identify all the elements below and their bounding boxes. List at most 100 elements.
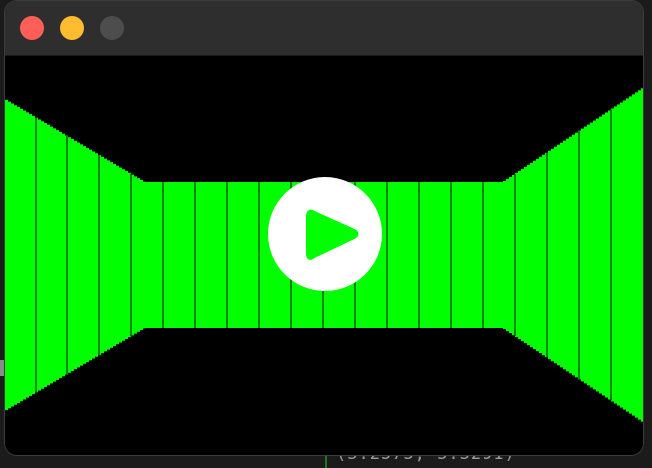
wall-column bbox=[536, 158, 539, 352]
wall-column bbox=[581, 128, 584, 382]
wall-column bbox=[95, 153, 98, 357]
wall-column bbox=[149, 182, 152, 328]
wall-column bbox=[428, 182, 431, 328]
wall-column bbox=[197, 182, 200, 328]
wall-column bbox=[233, 182, 236, 328]
wall-column bbox=[413, 182, 416, 328]
wall-column bbox=[533, 160, 536, 350]
wall-column bbox=[263, 182, 266, 328]
wall-column bbox=[191, 182, 194, 328]
wall-column bbox=[8, 101, 11, 409]
wall-column bbox=[239, 182, 242, 328]
wall-column bbox=[116, 165, 119, 345]
wall-column bbox=[506, 178, 509, 332]
wall-column bbox=[179, 182, 182, 328]
wall-column bbox=[422, 182, 425, 328]
wall-column bbox=[23, 110, 26, 400]
wall-column bbox=[92, 151, 95, 359]
wall-column bbox=[107, 160, 110, 350]
wall-column bbox=[260, 182, 263, 328]
wall-column bbox=[635, 92, 638, 418]
wall-column bbox=[584, 126, 587, 384]
wall-column bbox=[215, 182, 218, 328]
wall-column bbox=[230, 182, 233, 328]
wall-column bbox=[209, 182, 212, 328]
wall-column bbox=[71, 139, 74, 371]
wall-column bbox=[38, 119, 41, 391]
wall-column bbox=[623, 100, 626, 410]
wall-column bbox=[497, 182, 500, 328]
wall-column bbox=[527, 164, 530, 346]
game-viewport[interactable] bbox=[5, 56, 643, 455]
wall-column bbox=[557, 144, 560, 366]
background-window-edge bbox=[0, 360, 4, 376]
wall-column bbox=[125, 171, 128, 339]
wall-column bbox=[617, 104, 620, 406]
game-window bbox=[5, 1, 643, 455]
wall-column bbox=[392, 182, 395, 328]
wall-column bbox=[641, 88, 643, 422]
wall-column bbox=[74, 140, 77, 370]
wall-column bbox=[80, 144, 83, 366]
wall-column bbox=[68, 137, 71, 373]
wall-column bbox=[467, 182, 470, 328]
wall-column bbox=[137, 178, 140, 332]
wall-column bbox=[443, 182, 446, 328]
wall-column bbox=[494, 182, 497, 328]
wall-column bbox=[155, 182, 158, 328]
wall-column bbox=[158, 182, 161, 328]
wall-column bbox=[620, 102, 623, 408]
wall-column bbox=[248, 182, 251, 328]
wall-column bbox=[59, 131, 62, 379]
minimize-window-button[interactable] bbox=[60, 16, 84, 40]
wall-column bbox=[431, 182, 434, 328]
zoom-window-button[interactable] bbox=[100, 16, 124, 40]
wall-column bbox=[11, 103, 14, 407]
wall-column bbox=[461, 182, 464, 328]
wall-column bbox=[401, 182, 404, 328]
wall-column bbox=[200, 182, 203, 328]
wall-column bbox=[176, 182, 179, 328]
title-bar[interactable] bbox=[5, 1, 643, 56]
wall-column bbox=[629, 96, 632, 414]
wall-column bbox=[56, 130, 59, 380]
wall-column bbox=[524, 166, 527, 344]
wall-column bbox=[221, 182, 224, 328]
wall-column bbox=[563, 140, 566, 370]
wall-column bbox=[566, 138, 569, 372]
wall-column bbox=[485, 182, 488, 328]
wall-column bbox=[62, 133, 65, 377]
wall-column bbox=[50, 126, 53, 384]
wall-column bbox=[182, 182, 185, 328]
wall-column bbox=[113, 163, 116, 347]
wall-column bbox=[167, 182, 170, 328]
wall-column bbox=[470, 182, 473, 328]
wall-column bbox=[206, 182, 209, 328]
wall-column bbox=[404, 182, 407, 328]
wall-column bbox=[203, 182, 206, 328]
wall-column bbox=[407, 182, 410, 328]
close-window-button[interactable] bbox=[20, 16, 44, 40]
wall-column bbox=[140, 179, 143, 331]
wall-column bbox=[395, 182, 398, 328]
wall-column bbox=[425, 182, 428, 328]
wall-column bbox=[410, 182, 413, 328]
wall-column bbox=[245, 182, 248, 328]
wall-column bbox=[509, 176, 512, 334]
play-icon bbox=[306, 209, 359, 260]
wall-column bbox=[14, 105, 17, 405]
wall-column bbox=[188, 182, 191, 328]
wall-column bbox=[614, 106, 617, 404]
wall-column bbox=[254, 182, 257, 328]
wall-column bbox=[119, 167, 122, 343]
wall-column bbox=[446, 182, 449, 328]
play-button[interactable] bbox=[268, 177, 382, 291]
wall-column bbox=[389, 182, 392, 328]
wall-column bbox=[77, 142, 80, 368]
wall-column bbox=[104, 158, 107, 352]
wall-column bbox=[638, 90, 641, 420]
wall-column bbox=[569, 136, 572, 374]
wall-column bbox=[383, 182, 386, 328]
wall-column bbox=[185, 182, 188, 328]
wall-column bbox=[590, 122, 593, 388]
